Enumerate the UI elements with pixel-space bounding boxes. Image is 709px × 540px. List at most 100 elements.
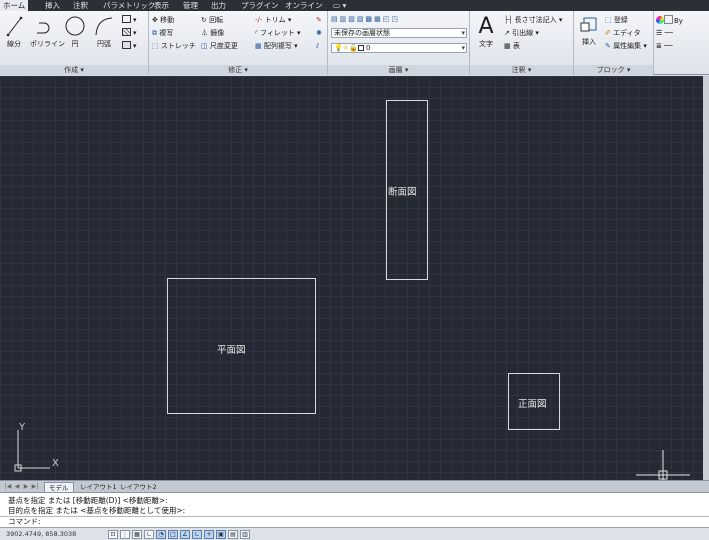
fillet-button[interactable]: ◜ フィレット ▾	[255, 28, 301, 38]
snap-toggle[interactable]: ⋮	[120, 530, 130, 539]
edit-attribute-icon: ✎	[605, 42, 611, 50]
layer-state-combo[interactable]: 未保存の画層状態	[331, 28, 467, 38]
osnap-toggle[interactable]: □	[168, 530, 178, 539]
tab-parametric[interactable]: パラメトリック	[100, 0, 158, 11]
trim-button[interactable]: -/- トリム ▾	[255, 15, 291, 25]
layer-unisolate-icon[interactable]: ▨	[357, 15, 366, 23]
3d-osnap-toggle[interactable]: ∠	[180, 530, 190, 539]
fillet-icon: ◜	[255, 29, 258, 37]
insert-block-icon	[580, 17, 597, 32]
tab-insert[interactable]: 挿入	[42, 0, 63, 11]
tab-extra-dropdown[interactable]: ▭ ▾	[330, 0, 349, 11]
layer-merge-icon[interactable]: ◳	[391, 15, 400, 23]
offset-button[interactable]: ⫽	[316, 41, 319, 51]
mirror-button[interactable]: ⏃ 鏡像	[201, 28, 224, 38]
table-button[interactable]: ▦ 表	[504, 41, 520, 51]
layer-match-icon[interactable]: ▩	[366, 15, 375, 23]
polar-toggle[interactable]: ◔	[156, 530, 166, 539]
array-button[interactable]: ▦ 配列複写 ▾	[255, 41, 298, 51]
block-editor-button[interactable]: ✐ エディタ	[605, 28, 641, 38]
ucs-x-label: X	[52, 458, 59, 469]
tab-view[interactable]: 表示	[151, 0, 172, 11]
erase-button[interactable]: ✎	[316, 15, 322, 25]
scale-button[interactable]: ◫ 尺度変更	[201, 41, 238, 51]
tab-manage[interactable]: 管理	[180, 0, 201, 11]
grid-toggle[interactable]: ▦	[132, 530, 142, 539]
text-label: 文字	[479, 40, 493, 48]
last-layout-arrow-icon[interactable]: ▶|	[31, 482, 39, 491]
move-button[interactable]: ✥ 移動	[152, 15, 174, 25]
canvas-vertical-scrollbar[interactable]	[703, 76, 709, 480]
circle-button[interactable]: 円	[64, 15, 86, 49]
annotation-panel-title[interactable]: 注釈 ▾	[470, 65, 573, 75]
command-prompt: コマンド:	[8, 517, 41, 526]
tab-online[interactable]: オンライン	[282, 0, 326, 11]
ucs-y-label: Y	[19, 422, 26, 433]
arc-button[interactable]: 円弧	[92, 15, 116, 49]
insert-block-label: 挿入	[582, 38, 596, 46]
infer-constraints-toggle[interactable]: ⊡	[108, 530, 118, 539]
array-icon: ▦	[255, 42, 262, 50]
section-view-label[interactable]: 断面図	[388, 184, 417, 198]
create-block-button[interactable]: ⬚ 登録	[605, 15, 628, 25]
block-panel-title[interactable]: ブロック ▾	[574, 65, 653, 75]
first-layout-arrow-icon[interactable]: |◀	[4, 482, 12, 491]
layer-combo[interactable]: 💡☼🔓 0	[331, 43, 467, 53]
layer-previous-icon[interactable]: ▦	[374, 15, 383, 23]
text-button[interactable]: A 文字	[473, 15, 499, 49]
linetype-control[interactable]: ☰ ──	[656, 28, 673, 38]
region-button[interactable]: ▾	[122, 41, 137, 51]
leader-button[interactable]: ↗ 引出線 ▾	[504, 28, 539, 38]
rotate-label: 回転	[209, 16, 224, 24]
layer-state-icon[interactable]: ▥	[340, 15, 349, 23]
bylayer-label: By	[674, 17, 683, 25]
stretch-label: ストレッチ	[160, 42, 196, 50]
color-control[interactable]: By	[656, 15, 683, 25]
stretch-button[interactable]: ⬚ ストレッチ	[152, 41, 196, 51]
plan-view-label[interactable]: 平面図	[217, 342, 246, 356]
linear-dimension-label: 長さ寸法記入 ▾	[514, 16, 563, 24]
polyline-button[interactable]: ポリライン	[30, 15, 65, 49]
explode-button[interactable]: ✺	[316, 28, 322, 38]
command-input[interactable]	[42, 518, 682, 527]
offset-icon: ⫽	[316, 42, 320, 50]
tab-layout2[interactable]: レイアウト2	[116, 482, 161, 492]
linear-dimension-button[interactable]: ├┤ 長さ寸法記入 ▾	[504, 15, 562, 25]
tab-plugins[interactable]: プラグイン	[238, 0, 282, 11]
quick-properties-toggle[interactable]: ▥	[240, 530, 250, 539]
layer-panel-title[interactable]: 画層 ▾	[328, 65, 469, 75]
otrack-toggle[interactable]: ∟	[192, 530, 202, 539]
hatch-button[interactable]: ▾	[122, 28, 137, 38]
drawing-canvas[interactable]: 断面図 平面図 正面図 Y X	[0, 76, 703, 480]
rectangle-button[interactable]: ▾	[122, 15, 137, 25]
create-block-icon: ⬚	[605, 16, 612, 24]
block-panel: 挿入 ⬚ 登録 ✐ エディタ ✎ 属性編集 ▾ ブロック ▾	[574, 11, 654, 75]
line-button[interactable]: 線分	[4, 15, 24, 49]
copy-button[interactable]: ⧉ 複写	[152, 28, 173, 38]
tab-annotate[interactable]: 注釈	[70, 0, 91, 11]
tab-home[interactable]: ホーム	[0, 0, 29, 11]
rotate-button[interactable]: ↻ 回転	[201, 15, 223, 25]
edit-attribute-button[interactable]: ✎ 属性編集 ▾	[605, 41, 647, 51]
elevation-view-label[interactable]: 正面図	[518, 396, 547, 410]
table-icon: ▦	[504, 42, 511, 50]
prev-layout-arrow-icon[interactable]: ◀	[13, 482, 21, 491]
trim-icon: -/-	[255, 16, 263, 24]
layer-isolate-icon[interactable]: ▧	[348, 15, 357, 23]
tab-output[interactable]: 出力	[208, 0, 229, 11]
tab-model[interactable]: モデル	[44, 482, 74, 492]
ducs-toggle[interactable]: +	[204, 530, 214, 539]
layer-properties-icon[interactable]: ▤	[331, 15, 340, 23]
lineweight-toggle[interactable]: ▤	[228, 530, 238, 539]
next-layout-arrow-icon[interactable]: ▶	[22, 482, 30, 491]
dyn-toggle[interactable]: ▣	[216, 530, 226, 539]
modify-panel-title[interactable]: 修正 ▾	[149, 65, 327, 75]
move-label: 移動	[160, 16, 175, 24]
draw-panel-title[interactable]: 作成 ▾	[0, 65, 148, 75]
tab-layout1[interactable]: レイアウト1	[76, 482, 121, 492]
insert-block-button[interactable]: 挿入	[577, 15, 601, 47]
lineweight-control[interactable]: ≣ ──	[656, 41, 673, 51]
unlock-icon: 🔓	[349, 44, 358, 52]
ortho-toggle[interactable]: ∟	[144, 530, 154, 539]
trim-label: トリム ▾	[264, 16, 292, 24]
